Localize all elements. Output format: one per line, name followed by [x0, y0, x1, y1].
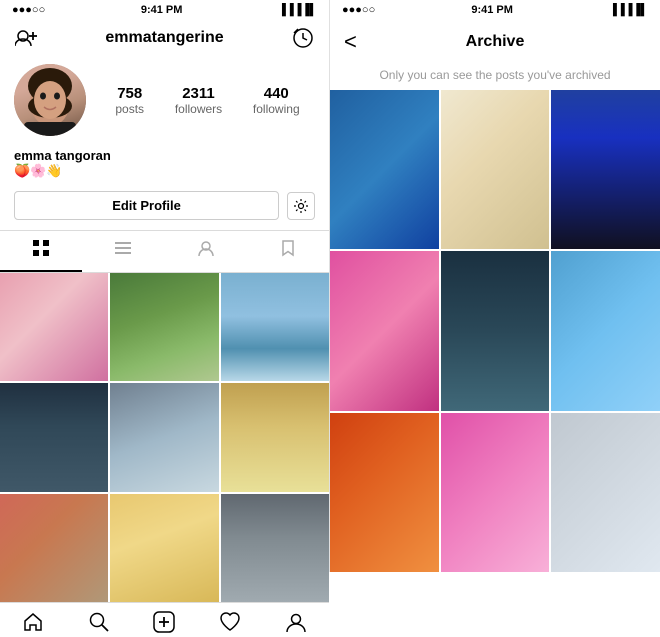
left-top-nav: emmatangerine — [0, 20, 329, 56]
nav-home[interactable] — [0, 611, 66, 633]
photo-5[interactable] — [110, 383, 218, 491]
edit-row: Edit Profile — [0, 187, 329, 230]
archive-photo-7[interactable] — [330, 413, 439, 572]
photo-3[interactable] — [221, 273, 329, 381]
tab-bookmark[interactable] — [247, 231, 329, 272]
left-status-bar: ●●●○○ 9:41 PM ▐▐▐▐▌ — [0, 0, 329, 20]
archive-photo-6[interactable] — [551, 251, 660, 410]
stats-row: 758 posts 2311 followers 440 following — [100, 85, 315, 116]
photo-8[interactable] — [110, 494, 218, 602]
photo-grid — [0, 273, 329, 602]
nav-heart[interactable] — [197, 611, 263, 633]
left-signal: ●●●○○ — [12, 4, 45, 16]
bio-section: emma tangoran 🍑🌸👋 — [0, 144, 329, 187]
stat-followers[interactable]: 2311 followers — [175, 85, 222, 116]
photo-4[interactable] — [0, 383, 108, 491]
photo-6[interactable] — [221, 383, 329, 491]
archive-photo-3[interactable] — [551, 90, 660, 249]
archive-photo-1[interactable] — [330, 90, 439, 249]
profile-section: 758 posts 2311 followers 440 following — [0, 56, 329, 144]
right-top-nav: < Archive — [330, 20, 660, 64]
photo-2[interactable] — [110, 273, 218, 381]
add-user-icon[interactable] — [14, 26, 38, 50]
following-label: following — [253, 102, 300, 116]
list-icon — [114, 239, 132, 262]
archive-photo-5[interactable] — [441, 251, 550, 410]
bookmark-icon — [279, 239, 297, 262]
tab-grid[interactable] — [0, 231, 82, 272]
photo-7[interactable] — [0, 494, 108, 602]
bottom-nav — [0, 602, 329, 637]
right-battery: ▐▐▐▐▌ — [609, 4, 648, 16]
bio-emoji: 🍑🌸👋 — [14, 163, 315, 179]
clock-icon[interactable] — [291, 26, 315, 50]
settings-button[interactable] — [287, 192, 315, 220]
posts-label: posts — [115, 102, 144, 116]
grid-icon — [32, 239, 50, 262]
bio-name: emma tangoran — [14, 148, 315, 163]
posts-count: 758 — [117, 85, 142, 102]
archive-photo-9[interactable] — [551, 413, 660, 572]
left-panel: ●●●○○ 9:41 PM ▐▐▐▐▌ emmatangerine — [0, 0, 330, 572]
archive-photo-4[interactable] — [330, 251, 439, 410]
archive-photo-2[interactable] — [441, 90, 550, 249]
right-panel: ●●●○○ 9:41 PM ▐▐▐▐▌ < Archive Only you c… — [330, 0, 660, 572]
left-battery: ▐▐▐▐▌ — [278, 4, 317, 16]
tab-bar — [0, 230, 329, 273]
right-signal: ●●●○○ — [342, 4, 375, 16]
right-time: 9:41 PM — [471, 4, 513, 16]
nav-profile[interactable] — [263, 611, 329, 633]
nav-search[interactable] — [66, 611, 132, 633]
archive-grid — [330, 90, 660, 572]
followers-label: followers — [175, 102, 222, 116]
back-button[interactable]: < — [344, 29, 357, 55]
username-label: emmatangerine — [105, 29, 223, 47]
stat-posts[interactable]: 758 posts — [115, 85, 144, 116]
tab-list[interactable] — [82, 231, 164, 272]
photo-1[interactable] — [0, 273, 108, 381]
avatar[interactable] — [14, 64, 86, 136]
archive-photo-8[interactable] — [441, 413, 550, 572]
edit-profile-button[interactable]: Edit Profile — [14, 191, 279, 220]
nav-add[interactable] — [132, 611, 198, 633]
tab-tag[interactable] — [165, 231, 247, 272]
stat-following[interactable]: 440 following — [253, 85, 300, 116]
left-time: 9:41 PM — [141, 4, 183, 16]
following-count: 440 — [264, 85, 289, 102]
photo-9[interactable] — [221, 494, 329, 602]
archive-title: Archive — [466, 33, 525, 51]
right-status-bar: ●●●○○ 9:41 PM ▐▐▐▐▌ — [330, 0, 660, 20]
followers-count: 2311 — [182, 85, 215, 102]
archive-subtitle: Only you can see the posts you've archiv… — [330, 64, 660, 90]
person-tag-icon — [197, 239, 215, 262]
